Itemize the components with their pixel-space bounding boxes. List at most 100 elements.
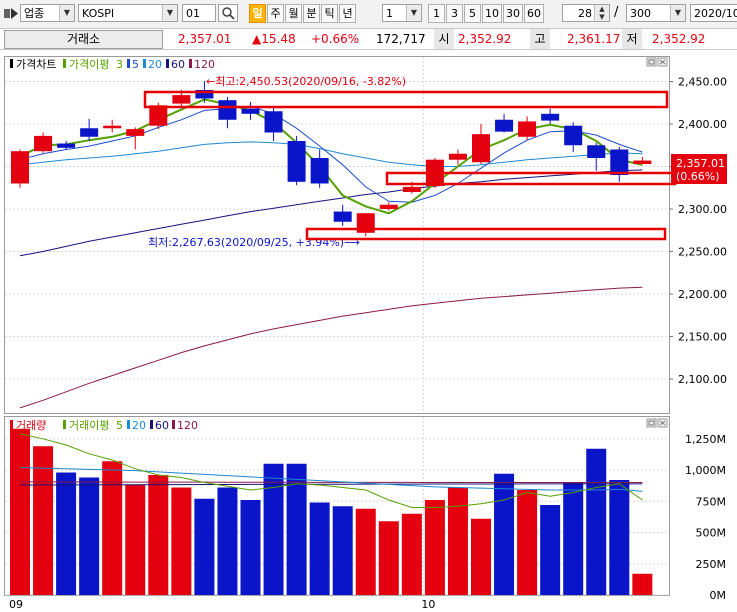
legend-vma5: 5 (116, 419, 123, 432)
current-rate-tag: (0.66%) (676, 170, 720, 183)
candle-body (610, 149, 629, 175)
price-ma-title: 가격이평 (69, 58, 109, 71)
legend-vma60: 60 (155, 419, 169, 432)
volume-bar (10, 428, 30, 595)
price-tick-label: 2,100.00 (678, 373, 727, 386)
current-price-tag: 2,357.01 (676, 157, 725, 170)
candle-body (564, 125, 583, 146)
volume-bar (102, 461, 123, 595)
price-tick-label: 2,450.00 (678, 76, 727, 89)
high-annotation: ←최고:2,450.53(2020/09/16, -3.82%) (206, 75, 406, 88)
unit-select[interactable]: 1 ▼ (382, 4, 422, 22)
x-axis-label-sep: 09 (9, 598, 23, 611)
chevron-down-icon[interactable]: ▼ (670, 5, 685, 21)
price-tick-label: 2,400.00 (678, 118, 727, 131)
candle-body (11, 151, 29, 184)
total-field[interactable]: 300 ▼ (626, 4, 686, 22)
open-value: 2,352.92 (458, 32, 512, 46)
candle-body (633, 160, 652, 165)
volume-panel-close-icon[interactable] (657, 418, 668, 428)
price-panel-frame (4, 56, 670, 414)
chart-toolbar: 업종 ▼ KOSPI ▼ 01 1 ▼ 28 ▲ ▼ / 300 ▼ 2020/1… (0, 0, 737, 29)
legend-ma120: 120 (194, 58, 215, 71)
volume-tick-label: 0M (710, 589, 727, 602)
code-field[interactable]: 01 (182, 4, 216, 22)
interval-button-1[interactable]: 1 (428, 4, 445, 23)
volume-bar (447, 487, 468, 595)
volume-bar (563, 482, 584, 595)
stepper-arrows-icon[interactable]: ▲ ▼ (594, 5, 609, 21)
candle-body (34, 135, 53, 152)
volume-legend-title: 거래량 (16, 419, 46, 432)
period-button-3[interactable]: 분 (303, 4, 320, 23)
quote-summary: 거래소 2,357.01 ▲15.48 +0.66% 172,717 시 2,3… (0, 29, 737, 50)
candle-body (80, 128, 99, 137)
price-tick-label: 2,300.00 (678, 203, 727, 216)
candle-body (287, 141, 306, 182)
volume-bar (378, 521, 399, 595)
price-change: ▲15.48 (252, 32, 296, 46)
chevron-down-icon[interactable]: ▼ (59, 5, 74, 21)
candle-body (241, 108, 260, 114)
chart-menu-icon[interactable] (4, 8, 18, 19)
exchange-button[interactable]: 거래소 (4, 30, 163, 49)
open-label: 시 (434, 29, 454, 49)
category-select[interactable]: 업종 ▼ (20, 4, 75, 22)
code-value: 01 (186, 7, 200, 20)
date-field[interactable]: 2020/10/ (690, 4, 737, 22)
total-value: 300 (630, 7, 651, 20)
candle-body (57, 143, 76, 148)
chevron-down-icon[interactable]: ▼ (406, 5, 421, 21)
candle-body (310, 158, 329, 184)
price-panel-restore-icon[interactable] (646, 57, 657, 67)
candle-body (587, 145, 606, 158)
category-value: 업종 (24, 7, 45, 20)
interval-button-5[interactable]: 5 (464, 4, 481, 23)
high-value: 2,361.17 (567, 32, 621, 46)
legend-ma20: 20 (148, 58, 162, 71)
volume-bar (217, 487, 238, 595)
volume-bar (401, 513, 422, 595)
interval-button-10[interactable]: 10 (482, 4, 502, 23)
candle-body (333, 211, 352, 222)
candle-body (218, 100, 237, 120)
volume-tick-label: 750M (696, 495, 727, 508)
volume-bar (632, 573, 653, 595)
legend-ma5: 5 (132, 58, 139, 71)
current-price: 2,357.01 (178, 32, 232, 46)
high-label: 고 (530, 29, 550, 49)
period-button-0[interactable]: 일 (249, 4, 266, 23)
volume-bar (194, 498, 215, 595)
index-name-field[interactable]: KOSPI ▼ (78, 4, 178, 22)
candle-body (448, 153, 467, 160)
x-axis-label-oct: 10 (421, 598, 435, 611)
legend-vma120: 120 (177, 419, 198, 432)
period-button-1[interactable]: 주 (267, 4, 284, 23)
legend-vma20: 20 (132, 419, 146, 432)
price-panel-close-icon[interactable] (657, 57, 668, 67)
candle-body (402, 186, 421, 192)
volume-panel-restore-icon[interactable] (646, 418, 657, 428)
search-button[interactable] (218, 4, 238, 22)
volume-tick-label: 1,250M (685, 433, 726, 446)
index-name-value: KOSPI (82, 7, 115, 20)
candle-body (264, 111, 283, 133)
volume-bar (125, 485, 146, 595)
price-legend-title: 가격차트 (16, 58, 56, 71)
interval-button-3[interactable]: 3 (446, 4, 463, 23)
count-stepper[interactable]: 28 ▲ ▼ (562, 4, 610, 22)
volume-tick-label: 500M (696, 527, 727, 540)
interval-button-30[interactable]: 30 (503, 4, 523, 23)
change-rate: +0.66% (311, 32, 360, 46)
volume-tick-label: 1,000M (685, 464, 726, 477)
legend-ma60: 60 (171, 58, 185, 71)
volume-bar (540, 505, 561, 595)
candle-body (149, 105, 168, 126)
interval-button-60[interactable]: 60 (524, 4, 544, 23)
volume-bar (355, 508, 376, 595)
stock-chart[interactable]: 2,450.002,400.002,350.002,300.002,250.00… (0, 52, 737, 612)
period-button-4[interactable]: 틱 (321, 4, 338, 23)
period-button-5[interactable]: 년 (339, 4, 356, 23)
period-button-2[interactable]: 월 (285, 4, 302, 23)
chevron-down-icon[interactable]: ▼ (162, 5, 177, 21)
